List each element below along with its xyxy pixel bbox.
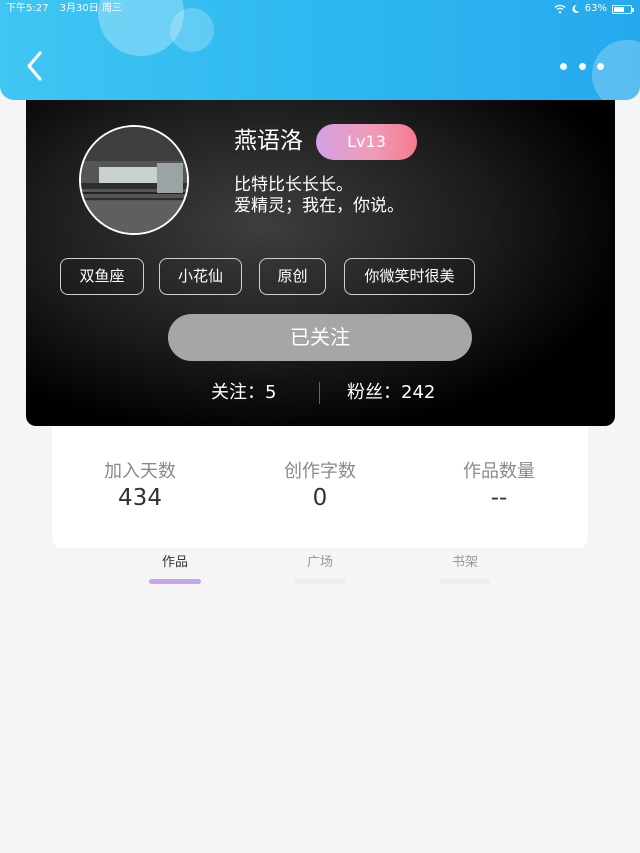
tag-chip[interactable]: 原创 xyxy=(259,258,326,295)
tab-bookshelf[interactable]: 书架 xyxy=(435,553,495,584)
stat-label: 作品数量 xyxy=(463,461,535,482)
tag-chip[interactable]: 你微笑时很美 xyxy=(344,258,475,295)
stat-word-count: 创作字数 0 xyxy=(250,460,390,512)
back-button[interactable] xyxy=(20,48,52,84)
tag-chip[interactable]: 双鱼座 xyxy=(60,258,144,295)
chevron-left-icon xyxy=(27,51,42,81)
stat-value: 0 xyxy=(312,485,328,511)
stat-join-days: 加入天数 434 xyxy=(70,460,210,512)
level-badge: Lv13 xyxy=(316,124,417,160)
follow-button[interactable]: 已关注 xyxy=(168,314,472,361)
tab-indicator xyxy=(294,579,346,584)
tab-indicator xyxy=(439,579,491,584)
divider xyxy=(319,382,320,404)
tab-label: 书架 xyxy=(451,555,478,570)
status-time: 下午5:27 xyxy=(6,3,49,14)
status-date: 3月30日 周三 xyxy=(59,3,122,14)
stat-works-count: 作品数量 -- xyxy=(429,460,569,512)
stat-label: 创作字数 xyxy=(284,461,356,482)
wifi-icon xyxy=(554,4,566,14)
tag-chip[interactable]: 小花仙 xyxy=(159,258,242,295)
battery-percent: 63% xyxy=(584,3,607,14)
bio-line-1: 比特比长长长。 xyxy=(234,175,353,195)
tab-works[interactable]: 作品 xyxy=(145,553,205,584)
more-dot-icon xyxy=(597,62,604,70)
tab-label: 广场 xyxy=(306,555,333,570)
avatar[interactable] xyxy=(79,125,189,235)
following-count[interactable]: 关注：5 xyxy=(211,380,276,406)
nickname: 燕语洛 xyxy=(234,128,303,154)
tab-label: 作品 xyxy=(161,555,188,570)
header-bar: 下午5:27 3月30日 周三 63% xyxy=(0,0,640,100)
profile-card: 燕语洛 Lv13 比特比长长长。 爱精灵；我在，你说。 双鱼座 小花仙 原创 你… xyxy=(26,92,615,426)
fans-count[interactable]: 粉丝：242 xyxy=(347,380,435,406)
stat-label: 加入天数 xyxy=(104,461,176,482)
more-dot-icon xyxy=(578,62,586,70)
status-bar: 下午5:27 3月30日 周三 63% xyxy=(0,0,640,18)
battery-icon xyxy=(612,4,634,14)
more-dot-icon xyxy=(560,62,567,70)
avatar-photo xyxy=(81,127,187,233)
more-options-button[interactable] xyxy=(560,56,604,76)
tab-indicator xyxy=(149,579,201,584)
stat-value: -- xyxy=(490,485,508,511)
bio-line-2: 爱精灵；我在，你说。 xyxy=(234,196,404,216)
stats-card: 加入天数 434 创作字数 0 作品数量 -- xyxy=(52,420,588,548)
tab-square[interactable]: 广场 xyxy=(290,553,350,584)
stat-value: 434 xyxy=(118,485,162,511)
moon-icon xyxy=(572,4,580,13)
